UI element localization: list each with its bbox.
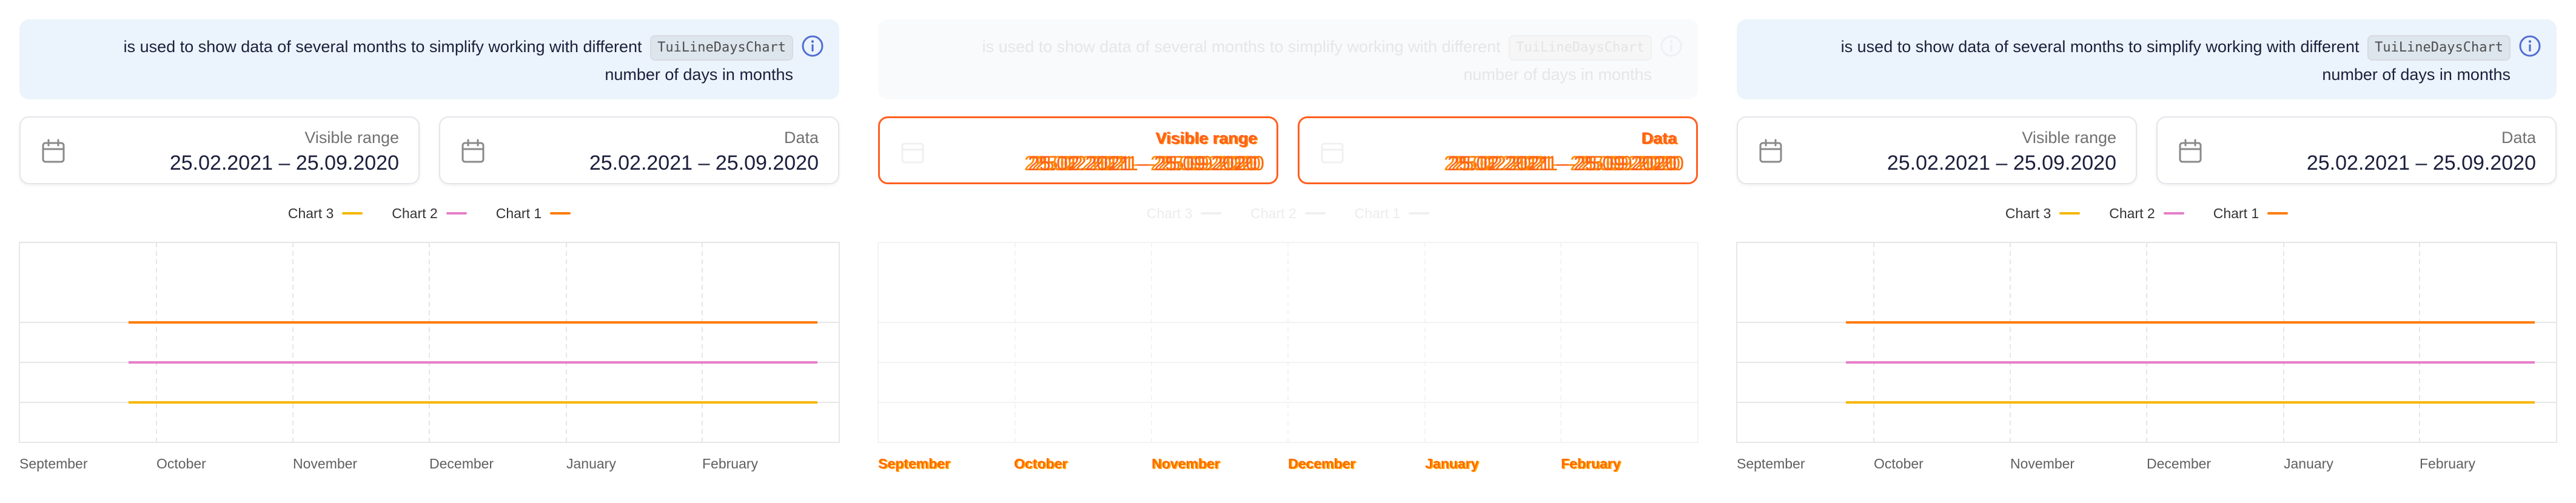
field-value: 25.02.2021 – 25.09.2020 xyxy=(169,152,399,175)
notice-text-end: number of days in months xyxy=(2322,65,2511,84)
legend-swatch xyxy=(342,212,363,215)
info-icon[interactable] xyxy=(800,34,825,58)
line-days-chart xyxy=(877,242,1699,443)
chart-demo-panel: is used to show data of several months t… xyxy=(1717,0,2576,503)
calendar-icon xyxy=(1759,139,1782,163)
legend-item-chart-1[interactable]: Chart 1 xyxy=(2213,202,2289,224)
month-label: October xyxy=(156,456,206,471)
field-label: Data xyxy=(2501,128,2536,147)
month-label: November xyxy=(2010,456,2075,471)
notice-code: TuiLineDaysChart xyxy=(1509,35,1652,61)
notice-code: TuiLineDaysChart xyxy=(2367,35,2511,61)
legend-swatch xyxy=(2267,212,2289,215)
chart-legend: Chart 3 Chart 2 Chart 1 xyxy=(1717,202,2576,224)
month-label: September xyxy=(878,456,950,471)
month-label: December xyxy=(429,456,494,471)
legend-label: Chart 3 xyxy=(1146,205,1193,221)
month-label: February xyxy=(2420,456,2476,471)
data-range-field[interactable]: Data 25.02.2021 – 25.09.2020 xyxy=(1298,116,1698,184)
legend-label: Chart 1 xyxy=(2213,205,2259,221)
legend-item-chart-3[interactable]: Chart 3 xyxy=(288,202,363,224)
legend-swatch xyxy=(2163,212,2184,215)
notice-text: is used to show data of several months t… xyxy=(1785,33,2511,88)
month-label: November xyxy=(293,456,358,471)
legend-item-chart-2[interactable]: Chart 2 xyxy=(2109,202,2184,224)
calendar-icon xyxy=(42,139,65,163)
calendar-icon xyxy=(461,139,485,163)
notice-text-main: is used to show data of several months t… xyxy=(1840,38,2360,56)
field-label: Visible range xyxy=(1155,129,1257,147)
legend-label: Chart 2 xyxy=(392,205,438,221)
month-label: January xyxy=(2284,456,2333,471)
chart-legend: Chart 3 Chart 2 Chart 1 xyxy=(0,202,859,224)
legend-swatch xyxy=(2059,212,2081,215)
notice-box: is used to show data of several months t… xyxy=(1737,19,2557,99)
calendar-icon xyxy=(2179,139,2202,163)
legend-label: Chart 2 xyxy=(2109,205,2155,221)
month-label: February xyxy=(1561,456,1621,471)
legend-swatch xyxy=(1201,212,1222,215)
field-value: 25.02.2021 – 25.09.2020 xyxy=(2306,152,2536,175)
legend-swatch xyxy=(550,212,571,215)
month-label: December xyxy=(2147,456,2212,471)
visible-range-field[interactable]: Visible range 25.02.2021 – 25.09.2020 xyxy=(878,116,1278,184)
legend-label: Chart 3 xyxy=(287,205,334,221)
legend-label: Chart 2 xyxy=(1250,205,1296,221)
chart-demo-panel-loading: is used to show data of several months t… xyxy=(859,0,1717,503)
field-value: 25.02.2021 – 25.09.2020 xyxy=(1887,152,2116,175)
info-icon[interactable] xyxy=(1659,34,1683,58)
calendar-icon xyxy=(901,142,924,164)
month-label: September xyxy=(19,456,88,471)
notice-box: is used to show data of several months t… xyxy=(19,19,839,99)
legend-item-chart-2[interactable]: Chart 2 xyxy=(392,202,467,224)
month-label: October xyxy=(1014,456,1068,471)
notice-box: is used to show data of several months t… xyxy=(878,19,1698,99)
visible-range-field[interactable]: Visible range 25.02.2021 – 25.09.2020 xyxy=(19,116,420,184)
legend-item-chart-3[interactable]: Chart 3 xyxy=(2005,202,2081,224)
month-label: November xyxy=(1152,456,1220,471)
line-days-chart xyxy=(1736,242,2557,443)
chart-demo-panel: is used to show data of several months t… xyxy=(0,0,859,503)
month-label: October xyxy=(1874,456,1924,471)
legend-label: Chart 3 xyxy=(2005,205,2051,221)
line-days-chart xyxy=(19,242,840,443)
field-label: Visible range xyxy=(2022,128,2116,147)
notice-code: TuiLineDaysChart xyxy=(650,35,793,61)
notice-text-main: is used to show data of several months t… xyxy=(982,38,1501,56)
data-range-field[interactable]: Data 25.02.2021 – 25.09.2020 xyxy=(2156,116,2557,184)
notice-text: is used to show data of several months t… xyxy=(927,33,1652,88)
notice-text-end: number of days in months xyxy=(1463,65,1652,84)
field-label: Data xyxy=(1641,129,1677,147)
month-label: December xyxy=(1288,456,1356,471)
info-icon[interactable] xyxy=(2518,34,2542,58)
field-value: 25.02.2021 – 25.09.2020 xyxy=(589,152,819,175)
legend-item-chart-2[interactable]: Chart 2 xyxy=(1250,202,1326,224)
month-label: September xyxy=(1737,456,1805,471)
legend-swatch xyxy=(446,212,467,215)
legend-item-chart-1[interactable]: Chart 1 xyxy=(1354,202,1430,224)
field-value: 25.02.2021 – 25.09.2020 xyxy=(1027,152,1257,175)
notice-text: is used to show data of several months t… xyxy=(68,33,793,88)
field-label: Data xyxy=(783,128,819,147)
legend-label: Chart 1 xyxy=(1354,205,1401,221)
legend-item-chart-3[interactable]: Chart 3 xyxy=(1146,202,1222,224)
legend-item-chart-1[interactable]: Chart 1 xyxy=(496,202,571,224)
legend-swatch xyxy=(1304,212,1326,215)
notice-text-end: number of days in months xyxy=(605,65,793,84)
month-label: February xyxy=(702,456,759,471)
month-label: January xyxy=(1425,456,1479,471)
legend-label: Chart 1 xyxy=(495,205,542,221)
notice-text-main: is used to show data of several months t… xyxy=(123,38,642,56)
legend-swatch xyxy=(1409,212,1430,215)
field-value: 25.02.2021 – 25.09.2020 xyxy=(1447,152,1677,175)
month-label: January xyxy=(566,456,616,471)
visible-range-field[interactable]: Visible range 25.02.2021 – 25.09.2020 xyxy=(1737,116,2137,184)
field-label: Visible range xyxy=(304,128,399,147)
chart-legend: Chart 3 Chart 2 Chart 1 xyxy=(859,202,1717,224)
data-range-field[interactable]: Data 25.02.2021 – 25.09.2020 xyxy=(439,116,839,184)
calendar-icon xyxy=(1321,142,1344,164)
